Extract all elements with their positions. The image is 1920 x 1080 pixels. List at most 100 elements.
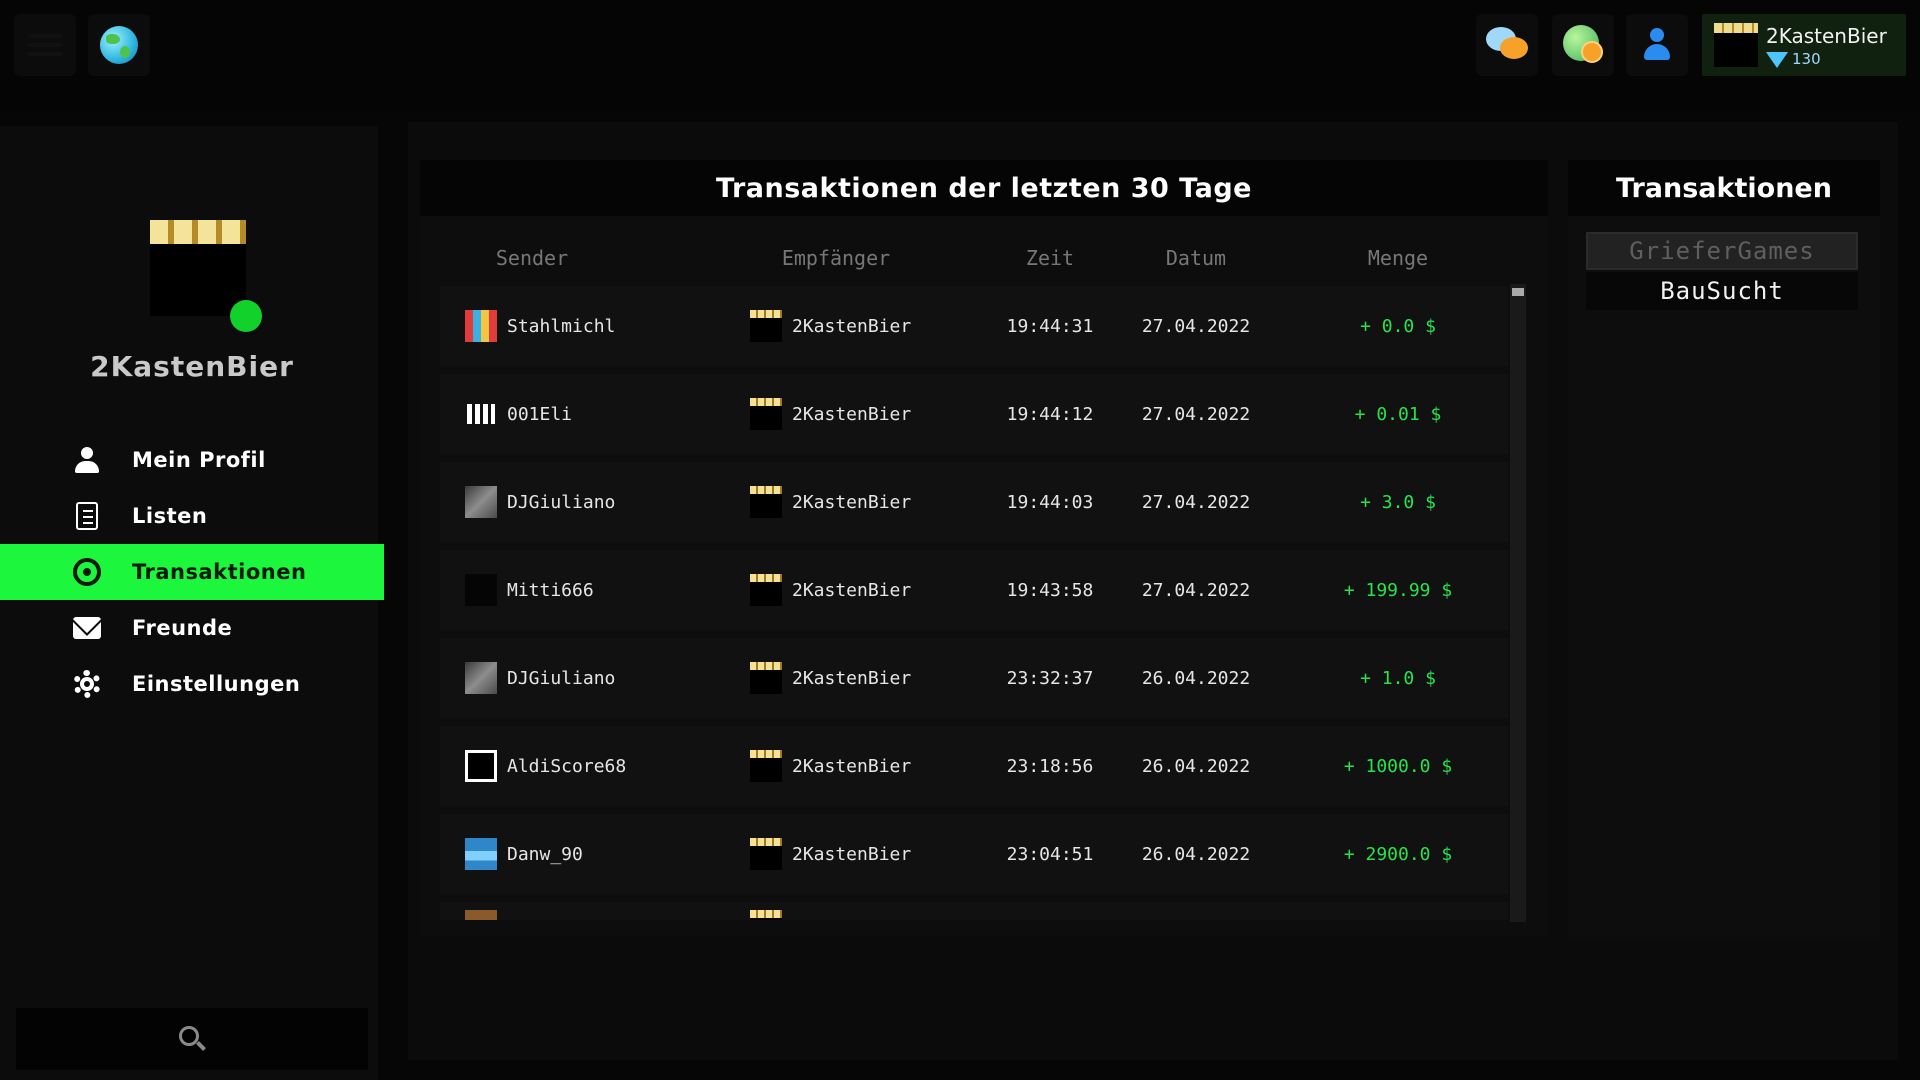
- recipient-name: 2KastenBier: [792, 755, 912, 777]
- table-row[interactable]: DJGiuliano 2KastenBier 23:32:37 26.04.20…: [440, 638, 1508, 718]
- recipient-cell: 2KastenBier: [750, 374, 911, 454]
- sidebar-item-label: Freunde: [132, 616, 233, 640]
- player-head-icon: [465, 838, 497, 870]
- column-header-date: Datum: [1165, 246, 1227, 270]
- server-button-griefergames[interactable]: GrieferGames: [1586, 232, 1858, 270]
- column-header-amount: Menge: [1367, 246, 1429, 270]
- player-head-icon: [465, 750, 497, 782]
- sidebar-item-mein-profil[interactable]: Mein Profil: [0, 432, 384, 488]
- avatar: [1714, 23, 1758, 67]
- globe-icon: [100, 26, 138, 64]
- player-head-icon: [750, 910, 782, 920]
- recipient-name: 2KastenBier: [792, 403, 912, 425]
- transactions-title: Transaktionen der letzten 30 Tage: [420, 160, 1548, 216]
- sender-cell: DJGiuliano: [465, 462, 615, 542]
- sidebar-item-label: Mein Profil: [132, 448, 266, 472]
- time-cell: 19:43:58: [1006, 579, 1094, 601]
- search-button[interactable]: [16, 1008, 368, 1070]
- hamburger-icon: [28, 29, 62, 61]
- economy-button[interactable]: [1552, 14, 1614, 76]
- time-cell: 23:04:51: [1006, 843, 1094, 865]
- top-bar: 2KastenBier 130: [0, 0, 1920, 112]
- date-cell: 27.04.2022: [1141, 403, 1251, 425]
- amount-cell: + 2900.0 $: [1343, 843, 1453, 865]
- table-row[interactable]: DJGiuliano 2KastenBier 19:44:03 27.04.20…: [440, 462, 1508, 542]
- sender-name: DJGiuliano: [507, 667, 616, 689]
- player-head-icon: [465, 310, 497, 342]
- date-cell: 26.04.2022: [1141, 755, 1251, 777]
- sender-cell: [465, 902, 507, 920]
- player-head-icon: [750, 310, 782, 342]
- player-head-icon: [750, 662, 782, 694]
- recipient-cell: 2KastenBier: [750, 550, 911, 630]
- column-header-time: Zeit: [1025, 246, 1075, 270]
- sidebar-item-label: Listen: [132, 504, 208, 528]
- scrollbar[interactable]: [1510, 284, 1526, 922]
- table-row[interactable]: Stahlmichl 2KastenBier 19:44:31 27.04.20…: [440, 286, 1508, 366]
- sender-cell: 001Eli: [465, 374, 572, 454]
- recipient-name: 2KastenBier: [792, 315, 912, 337]
- list-icon: [72, 501, 102, 531]
- player-head-icon: [465, 398, 497, 430]
- server-panel: Transaktionen GrieferGames BauSucht: [1568, 160, 1880, 940]
- online-status-indicator: [230, 300, 262, 332]
- recipient-name: 2KastenBier: [792, 667, 912, 689]
- sidebar-item-einstellungen[interactable]: Einstellungen: [0, 656, 384, 712]
- sender-cell: Danw_90: [465, 814, 583, 894]
- sidebar-item-freunde[interactable]: Freunde: [0, 600, 384, 656]
- person-icon: [72, 445, 102, 475]
- date-cell: 26.04.2022: [1141, 667, 1251, 689]
- recipient-cell: [750, 902, 792, 920]
- sender-cell: DJGiuliano: [465, 638, 615, 718]
- recipient-cell: 2KastenBier: [750, 726, 911, 806]
- chat-icon: [1486, 27, 1528, 63]
- transactions-list[interactable]: Stahlmichl 2KastenBier 19:44:31 27.04.20…: [440, 286, 1508, 920]
- sender-name: DJGiuliano: [507, 491, 616, 513]
- coin-icon: [72, 557, 102, 587]
- profile-badge[interactable]: 2KastenBier 130: [1702, 14, 1906, 76]
- date-cell: 27.04.2022: [1141, 579, 1251, 601]
- player-head-icon: [465, 574, 497, 606]
- recipient-name: 2KastenBier: [792, 843, 912, 865]
- sidebar-user-name: 2KastenBier: [90, 350, 294, 383]
- menu-button[interactable]: [14, 14, 76, 76]
- table-row[interactable]: Danw_90 2KastenBier 23:04:51 26.04.2022 …: [440, 814, 1508, 894]
- profile-name: 2KastenBier: [1766, 24, 1887, 48]
- sender-name: Stahlmichl: [507, 315, 616, 337]
- time-cell: 23:32:37: [1006, 667, 1094, 689]
- time-cell: 19:44:12: [1006, 403, 1094, 425]
- player-head-icon: [465, 910, 497, 920]
- recipient-cell: 2KastenBier: [750, 286, 911, 366]
- amount-cell: + 0.0 $: [1360, 315, 1436, 337]
- gem-count: 130: [1792, 50, 1821, 68]
- amount-cell: + 1000.0 $: [1343, 755, 1453, 777]
- table-row[interactable]: AldiScore68 2KastenBier 23:18:56 26.04.2…: [440, 726, 1508, 806]
- world-button[interactable]: [88, 14, 150, 76]
- scroll-thumb[interactable]: [1512, 288, 1524, 296]
- time-cell: 19:44:31: [1006, 315, 1094, 337]
- main-content: Transaktionen der letzten 30 Tage Sender…: [408, 122, 1898, 1060]
- player-head-icon: [750, 486, 782, 518]
- table-row[interactable]: 001Eli 2KastenBier 19:44:12 27.04.2022 +…: [440, 374, 1508, 454]
- server-button-bausucht[interactable]: BauSucht: [1586, 272, 1858, 310]
- table-row[interactable]: [440, 902, 1508, 920]
- recipient-cell: 2KastenBier: [750, 462, 911, 542]
- amount-cell: + 1.0 $: [1360, 667, 1436, 689]
- recipient-name: 2KastenBier: [792, 491, 912, 513]
- date-cell: 26.04.2022: [1141, 843, 1251, 865]
- table-row[interactable]: Mitti666 2KastenBier 19:43:58 27.04.2022…: [440, 550, 1508, 630]
- sender-name: 001Eli: [507, 403, 573, 425]
- gem-icon: [1766, 52, 1788, 68]
- player-head-icon: [750, 838, 782, 870]
- profile-avatar: [150, 220, 246, 316]
- account-button[interactable]: [1626, 14, 1688, 76]
- sidebar-item-transaktionen[interactable]: Transaktionen: [0, 544, 384, 600]
- sidebar-item-listen[interactable]: Listen: [0, 488, 384, 544]
- sidebar: 2KastenBier Mein Profil Listen Transakti…: [0, 126, 384, 1080]
- recipient-cell: 2KastenBier: [750, 814, 911, 894]
- player-head-icon: [465, 486, 497, 518]
- sender-cell: Stahlmichl: [465, 286, 615, 366]
- sender-name: Mitti666: [507, 579, 594, 601]
- date-cell: 27.04.2022: [1141, 491, 1251, 513]
- chat-button[interactable]: [1476, 14, 1538, 76]
